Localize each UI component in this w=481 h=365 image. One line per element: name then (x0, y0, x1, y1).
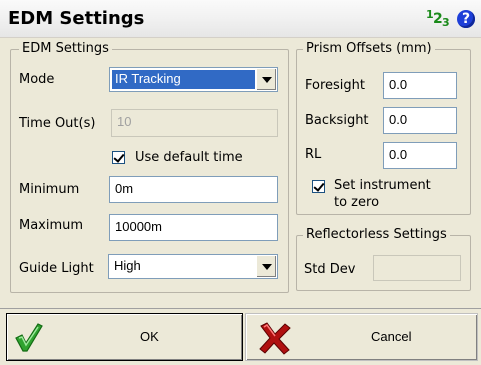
numeric-input-icon[interactable]: 1 2 3 (426, 8, 454, 29)
chevron-down-icon[interactable] (256, 256, 276, 277)
guide-light-label: Guide Light (19, 261, 94, 276)
mode-value: IR Tracking (112, 70, 255, 89)
ok-label: OK (140, 329, 159, 344)
use-default-time-label[interactable]: Use default time (135, 150, 243, 165)
guide-light-value: High (114, 258, 141, 273)
cancel-button[interactable]: Cancel (245, 313, 478, 361)
guide-light-select[interactable]: High (108, 254, 278, 279)
prism-offsets-legend: Prism Offsets (mm) (303, 41, 435, 56)
chevron-down-icon[interactable] (256, 69, 276, 90)
button-bar-separator (0, 308, 481, 309)
cancel-label: Cancel (371, 329, 412, 344)
mode-select[interactable]: IR Tracking (109, 67, 278, 92)
edm-settings-legend: EDM Settings (19, 41, 112, 56)
foresight-field[interactable]: 0.0 (383, 72, 457, 99)
green-check-icon (15, 323, 43, 352)
timeout-label: Time Out(s) (19, 116, 96, 131)
ok-button[interactable]: OK (6, 313, 243, 361)
minimum-label: Minimum (19, 182, 80, 197)
set-instrument-zero-checkbox[interactable] (312, 180, 325, 193)
help-icon[interactable]: ? (457, 10, 475, 28)
title-bar: EDM Settings 1 2 3 ? (0, 0, 481, 38)
window-title: EDM Settings (8, 8, 145, 29)
set-instrument-zero-label-line2[interactable]: to zero (334, 195, 379, 210)
reflectorless-settings-legend: Reflectorless Settings (303, 227, 450, 242)
maximum-field[interactable]: 10000m (109, 214, 278, 241)
red-x-icon (259, 322, 291, 355)
foresight-label: Foresight (305, 78, 365, 93)
maximum-label: Maximum (19, 218, 84, 233)
rl-label: RL (305, 147, 322, 162)
minimum-field[interactable]: 0m (109, 176, 278, 203)
mode-label: Mode (19, 72, 55, 87)
backsight-label: Backsight (305, 113, 369, 128)
std-dev-label: Std Dev (304, 262, 356, 277)
std-dev-field (373, 255, 461, 281)
rl-field[interactable]: 0.0 (383, 142, 457, 169)
backsight-field[interactable]: 0.0 (383, 107, 457, 134)
use-default-time-checkbox[interactable] (112, 151, 125, 164)
set-instrument-zero-label-line1[interactable]: Set instrument (334, 178, 431, 193)
timeout-field: 10 (111, 109, 278, 137)
